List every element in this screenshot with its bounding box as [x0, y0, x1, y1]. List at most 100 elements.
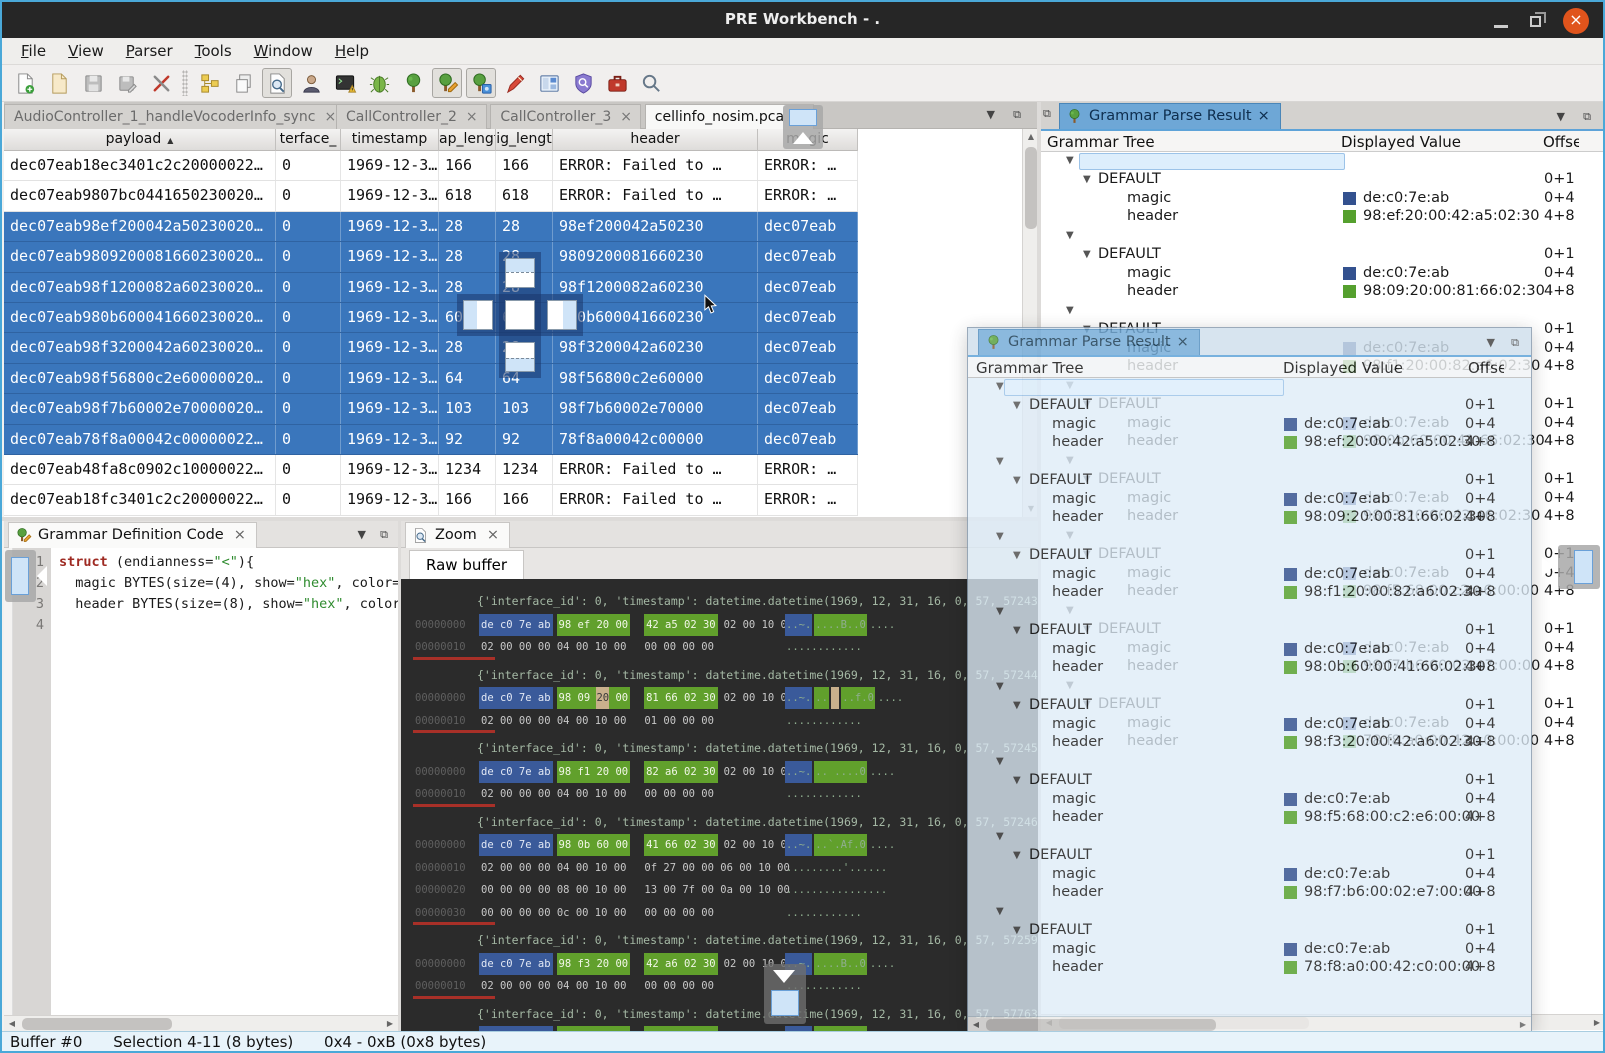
hex-row[interactable]: 0000001002 00 00 00 04 00 10 0001 00 00 …: [401, 707, 1038, 730]
tab-callcontroller-2[interactable]: CallController_2×: [336, 104, 487, 129]
tree-row-header[interactable]: header78:f8:a0:00:42:c0:00:004+8: [968, 959, 1531, 978]
tree-row-magic[interactable]: magicde:c0:7e:ab0+4: [968, 641, 1531, 660]
dock-left-target[interactable]: [463, 300, 493, 330]
chevron-down-icon[interactable]: ▼: [996, 531, 1004, 542]
tree-row-header[interactable]: header98:f3:20:00:42:a6:02:304+8: [968, 734, 1531, 753]
dock-bottom-target[interactable]: [505, 342, 535, 372]
hex-row[interactable]: 00000000de c0 7e ab98 0b 60 0041 66 02 3…: [401, 831, 1038, 854]
tree-row-root[interactable]: ▼: [968, 678, 1531, 697]
menu-help[interactable]: Help: [324, 40, 380, 62]
tab-zoom[interactable]: Zoom ×: [405, 522, 510, 548]
hex-row[interactable]: 0000001002 00 00 00 04 00 10 0000 00 00 …: [401, 972, 1038, 995]
float-panel-icon[interactable]: ⧉: [1583, 110, 1591, 124]
tree-icon[interactable]: [398, 68, 428, 98]
close-icon[interactable]: ×: [1258, 108, 1270, 129]
chevron-down-icon[interactable]: ▼: [1013, 550, 1021, 561]
table-row[interactable]: dec07eab18ec3401c2c20000022…01969-12-3…1…: [4, 151, 858, 181]
dock-top-target[interactable]: [505, 258, 535, 288]
hex-row[interactable]: 0000001002 00 00 00 04 00 10 0000 00 00 …: [401, 780, 1038, 803]
chevron-down-icon[interactable]: ▼: [1013, 700, 1021, 711]
tree-edit-icon[interactable]: [432, 68, 462, 98]
float-panel-icon[interactable]: ⧉: [380, 528, 388, 542]
marker-pen-icon[interactable]: [500, 68, 530, 98]
tree-row-default[interactable]: ▼DEFAULT0+1: [968, 772, 1531, 791]
tab-raw-buffer[interactable]: Raw buffer: [409, 550, 524, 579]
dock-center-target[interactable]: [505, 300, 535, 330]
hex-row[interactable]: 0000001002 00 00 00 04 00 10 000f 27 00 …: [401, 854, 1038, 877]
hex-row[interactable]: 0000003000 00 00 00 0c 00 10 0000 00 00 …: [401, 899, 1038, 922]
code-horizontal-scrollbar[interactable]: ◀ ▶: [4, 1015, 398, 1031]
tree-row-header[interactable]: header98:ef:20:00:42:a5:02:304+8: [1041, 208, 1605, 227]
dock-guide-left[interactable]: [5, 550, 36, 602]
tree-row-header[interactable]: header98:0b:60:00:41:66:02:304+8: [968, 659, 1531, 678]
hex-row[interactable]: 0000001002 00 00 00 04 00 10 0000 00 00 …: [401, 633, 1038, 656]
tree-row-header[interactable]: header98:f5:68:00:c2:e6:00:004+8: [968, 809, 1531, 828]
shield-search-icon[interactable]: [568, 68, 598, 98]
new-file-icon[interactable]: [10, 68, 40, 98]
tree-row-root[interactable]: ▼: [1041, 152, 1605, 171]
dock-guide-bottom[interactable]: [764, 964, 806, 1024]
floating-horizontal-scrollbar[interactable]: ◀ ▶: [968, 1016, 1531, 1032]
column-header-ap-lengt[interactable]: ap_lengt: [439, 129, 496, 151]
close-icon[interactable]: ×: [466, 109, 478, 125]
save-as-icon[interactable]: [112, 68, 142, 98]
tree-row-default[interactable]: ▼DEFAULT0+1: [968, 472, 1531, 491]
hex-row[interactable]: 00000000de c0 7e ab98 f1 20 0082 a6 02 3…: [401, 758, 1038, 781]
user-icon[interactable]: [296, 68, 326, 98]
console-warning-icon[interactable]: [330, 68, 360, 98]
table-row[interactable]: dec07eab9807bc0441650230020…01969-12-3…6…: [4, 181, 858, 211]
chevron-down-icon[interactable]: ▼: [1013, 775, 1021, 786]
tree-row-root[interactable]: ▼: [1041, 227, 1605, 246]
chevron-down-icon[interactable]: ▼: [1013, 625, 1021, 636]
chevron-down-icon[interactable]: ▼: [996, 756, 1004, 767]
chevron-down-icon[interactable]: ▼: [1083, 174, 1091, 185]
chevron-down-icon[interactable]: ▼: [1066, 305, 1074, 316]
column-offset[interactable]: Offset: [1543, 133, 1579, 151]
tree-row-default[interactable]: ▼DEFAULT0+1: [968, 547, 1531, 566]
scroll-up-icon[interactable]: ▲: [1023, 129, 1037, 145]
tree-row-header[interactable]: header98:f7:b6:00:02:e7:00:004+8: [968, 884, 1531, 903]
close-icon[interactable]: ×: [1177, 334, 1189, 355]
tree-row-magic[interactable]: magicde:c0:7e:ab0+4: [968, 416, 1531, 435]
tree-row-default[interactable]: ▼DEFAULT0+1: [968, 847, 1531, 866]
tree-row-default[interactable]: ▼DEFAULT0+1: [968, 622, 1531, 641]
float-panel-icon[interactable]: ⧉: [1043, 107, 1051, 121]
column-header-payload[interactable]: payload▲: [4, 129, 276, 151]
tree-row-magic[interactable]: magicde:c0:7e:ab0+4: [968, 491, 1531, 510]
panel-menu-icon[interactable]: ▼: [1557, 110, 1565, 123]
tab-grammar-parse-result[interactable]: Grammar Parse Result ×: [1059, 103, 1281, 129]
save-icon[interactable]: [78, 68, 108, 98]
close-icon[interactable]: ×: [620, 109, 632, 125]
dock-right-target[interactable]: [547, 300, 577, 330]
chevron-down-icon[interactable]: ▼: [1013, 850, 1021, 861]
table-row[interactable]: dec07eab980b600041660230020…01969-12-3…6…: [4, 303, 858, 333]
chevron-down-icon[interactable]: ▼: [996, 831, 1004, 842]
table-row[interactable]: dec07eab98f1200082a60230020…01969-12-3…2…: [4, 273, 858, 303]
scroll-right-icon[interactable]: ▶: [382, 1016, 398, 1032]
tree-row-header[interactable]: header98:09:20:00:81:66:02:304+8: [1041, 283, 1605, 302]
dock-guide-right[interactable]: [1558, 545, 1600, 589]
column-grammar-tree[interactable]: Grammar Tree: [1047, 133, 1155, 151]
tree-row-magic[interactable]: magicde:c0:7e:ab0+4: [968, 566, 1531, 585]
tree-row-header[interactable]: header98:f1:20:00:82:a6:02:304+8: [968, 584, 1531, 603]
chevron-down-icon[interactable]: ▼: [1013, 475, 1021, 486]
tools-icon[interactable]: [146, 68, 176, 98]
open-file-icon[interactable]: [44, 68, 74, 98]
preview-document-icon[interactable]: [262, 68, 292, 98]
tree-row-default[interactable]: ▼DEFAULT0+1: [968, 922, 1531, 941]
chevron-down-icon[interactable]: ▼: [1013, 400, 1021, 411]
close-icon[interactable]: ×: [325, 109, 337, 125]
hex-row[interactable]: 0000002000 00 00 00 08 00 10 0013 00 7f …: [401, 876, 1038, 899]
floating-parse-result-tree[interactable]: ▼▼DEFAULT0+1magicde:c0:7e:ab0+4header98:…: [968, 378, 1531, 1010]
scrollbar-thumb[interactable]: [986, 1019, 1216, 1031]
tree-row-root[interactable]: ▼: [968, 453, 1531, 472]
tree-settings-icon[interactable]: [466, 68, 496, 98]
table-row[interactable]: dec07eab78f8a00042c00000022…01969-12-3…9…: [4, 425, 858, 455]
panel-menu-icon[interactable]: ▼: [358, 528, 366, 541]
tree-row-root[interactable]: ▼: [968, 528, 1531, 547]
tab-list-dropdown-icon[interactable]: ▼: [987, 108, 995, 121]
chevron-down-icon[interactable]: ▼: [996, 381, 1004, 392]
tab-callcontroller-3[interactable]: CallController_3×: [490, 104, 641, 129]
tab-audiocontroller-1-handlevocoderinfo-sync[interactable]: AudioController_1_handleVocoderInfo_sync…: [4, 104, 345, 129]
chevron-down-icon[interactable]: ▼: [996, 606, 1004, 617]
